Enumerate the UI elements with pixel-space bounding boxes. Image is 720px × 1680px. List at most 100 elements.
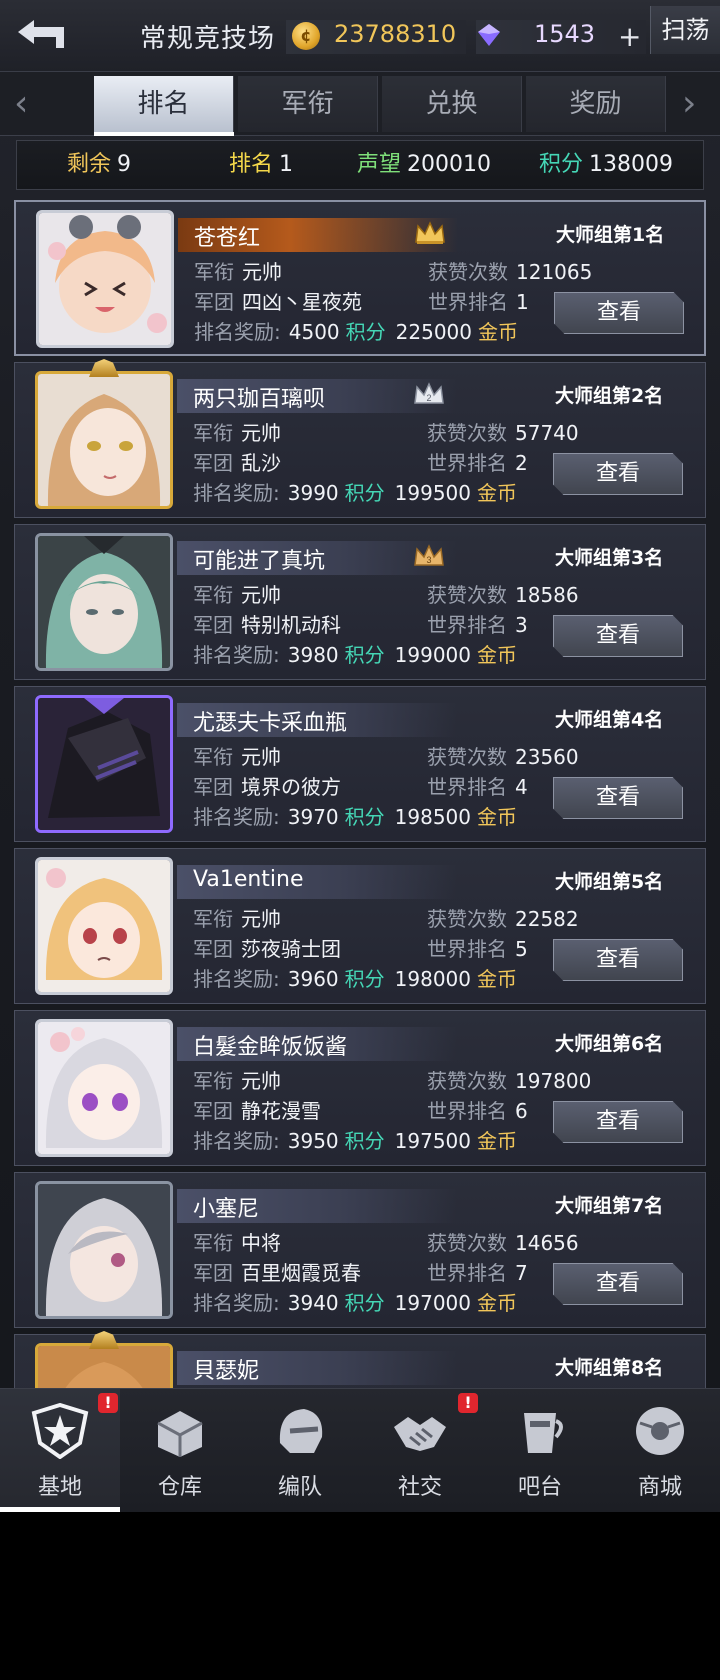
avatar-portrait-icon (38, 860, 170, 992)
military-rank-row: 军衔 中将 (193, 1227, 281, 1256)
reward-points-value: 3960 (287, 967, 339, 991)
likes-row: 获赞次数 23560 (427, 741, 579, 770)
legion-value: 特别机动科 (241, 613, 341, 637)
nav-base-label: 基地 (37, 1475, 82, 1500)
likes-row: 获赞次数 22582 (427, 903, 579, 932)
view-button[interactable]: 查看 (553, 1263, 683, 1305)
player-avatar[interactable] (35, 533, 173, 671)
nav-formation[interactable]: 编队 (240, 1389, 360, 1512)
legion-label: 军团 (193, 1261, 233, 1285)
stat-remaining-value: 9 (117, 152, 132, 177)
world-rank-row: 世界排名 2 (427, 447, 528, 476)
formation-helmet-icon (279, 1409, 323, 1453)
likes-row: 获赞次数 197800 (427, 1065, 591, 1094)
reward-label: 排名奖励: (193, 1291, 280, 1315)
back-button[interactable] (10, 14, 72, 58)
tab-next-arrow-icon[interactable]: › (682, 84, 696, 124)
tab-ranking[interactable]: 排名 (94, 76, 234, 136)
view-button[interactable]: 查看 (553, 453, 683, 495)
gold-frame-crest-icon (89, 359, 119, 377)
legion-label: 军团 (193, 1099, 233, 1123)
likes-value: 18586 (515, 583, 579, 607)
nav-base-badge: ! (98, 1393, 118, 1413)
stat-rank: 排名 1 (229, 141, 293, 189)
player-avatar[interactable] (35, 695, 173, 833)
player-avatar[interactable] (35, 371, 173, 509)
ranking-card-1: 苍苍红 大师组第1名 军衔 元帅 获赞次数 121065 军团 四凶丶星夜苑 世界排名… (14, 200, 706, 356)
avatar-portrait-icon (38, 1022, 170, 1154)
reward-label: 排名奖励: (193, 967, 280, 991)
view-button[interactable]: 查看 (553, 939, 683, 981)
group-rank: 大师组第7名 (555, 1195, 664, 1217)
reward-label: 排名奖励: (194, 320, 281, 344)
svg-text:2: 2 (426, 393, 431, 403)
reward-row: 排名奖励: 3970 积分 198500 金币 (193, 801, 517, 830)
nav-bar-label: 吧台 (517, 1475, 562, 1500)
view-button[interactable]: 查看 (553, 1101, 683, 1143)
tab-prev-arrow-icon[interactable]: ‹ (14, 84, 28, 124)
military-rank-row: 军衔 元帅 (193, 579, 281, 608)
likes-row: 获赞次数 18586 (427, 579, 579, 608)
nav-warehouse[interactable]: 仓库 (120, 1389, 240, 1512)
view-button[interactable]: 查看 (553, 615, 683, 657)
player-avatar[interactable] (35, 1181, 173, 1319)
reward-row: 排名奖励: 3960 积分 198000 金币 (193, 963, 517, 992)
likes-value: 22582 (515, 907, 579, 931)
legion-row: 军团 乱沙 (193, 447, 281, 476)
tab-military-rank[interactable]: 军衔 (238, 76, 378, 132)
warehouse-crate-icon (157, 1411, 203, 1457)
military-rank-row: 军衔 元帅 (193, 741, 281, 770)
arena-screen: 常规竞技场 ¢ 23788310 1543 + 扫荡 ‹ 排名 军衔 兑换 奖励… (0, 0, 720, 1512)
reward-label: 排名奖励: (193, 643, 280, 667)
legion-label: 军团 (193, 451, 233, 475)
likes-label: 获赞次数 (428, 260, 508, 284)
reward-gold-unit: 金币 (477, 1129, 518, 1153)
tab-exchange[interactable]: 兑换 (382, 76, 522, 132)
tab-rewards[interactable]: 奖励 (526, 76, 666, 132)
reward-points-value: 3940 (287, 1291, 339, 1315)
svg-text:3: 3 (426, 555, 431, 565)
nav-formation-label: 编队 (277, 1475, 322, 1500)
nav-social-badge: ! (458, 1393, 478, 1413)
military-rank-value: 元帅 (241, 907, 281, 931)
reward-gold-unit: 金币 (477, 643, 518, 667)
military-rank-label: 军衔 (193, 745, 233, 769)
military-rank-label: 军衔 (194, 260, 234, 284)
group-rank: 大师组第4名 (555, 709, 664, 731)
military-rank-label: 军衔 (193, 583, 233, 607)
world-rank-value: 7 (515, 1261, 528, 1285)
group-rank: 大师组第2名 (555, 385, 664, 407)
reward-gold-value: 225000 (395, 320, 473, 344)
stat-points-value: 138009 (589, 152, 673, 177)
player-avatar[interactable] (35, 1019, 173, 1157)
nav-base[interactable]: ! 基地 (0, 1389, 120, 1512)
world-rank-label: 世界排名 (427, 1261, 507, 1285)
add-gems-button[interactable]: + (618, 20, 641, 54)
likes-value: 14656 (515, 1231, 579, 1255)
reward-gold-unit: 金币 (477, 1291, 518, 1315)
world-rank-label: 世界排名 (427, 613, 507, 637)
nav-shop[interactable]: 商城 (600, 1389, 720, 1512)
avatar-portrait-icon (38, 1346, 170, 1388)
reward-gold-unit: 金币 (477, 805, 518, 829)
ranking-card-4: 尤瑟夫卡采血瓶 大师组第4名 军衔 元帅 获赞次数 23560 军团 境界の彼方 世界… (14, 686, 706, 842)
military-rank-value: 中将 (241, 1231, 281, 1255)
sweep-button[interactable]: 扫荡 (650, 6, 720, 54)
player-avatar[interactable] (36, 210, 174, 348)
likes-value: 23560 (515, 745, 579, 769)
player-avatar[interactable] (35, 857, 173, 995)
legion-value: 静花漫雪 (241, 1099, 321, 1123)
group-rank: 大师组第3名 (555, 547, 664, 569)
view-button[interactable]: 查看 (554, 292, 684, 334)
legion-label: 军团 (193, 613, 233, 637)
player-avatar[interactable] (35, 1343, 173, 1388)
world-rank-value: 6 (515, 1099, 528, 1123)
view-button[interactable]: 查看 (553, 777, 683, 819)
ranking-list[interactable]: 苍苍红 大师组第1名 军衔 元帅 获赞次数 121065 军团 四凶丶星夜苑 世界排名… (0, 198, 720, 1388)
reward-row: 排名奖励: 3980 积分 199000 金币 (193, 639, 517, 668)
nav-social[interactable]: ! 社交 (360, 1389, 480, 1512)
military-rank-value: 元帅 (241, 583, 281, 607)
nav-bar[interactable]: 吧台 (480, 1389, 600, 1512)
shop-robot-icon (636, 1407, 684, 1455)
military-rank-label: 军衔 (193, 1069, 233, 1093)
